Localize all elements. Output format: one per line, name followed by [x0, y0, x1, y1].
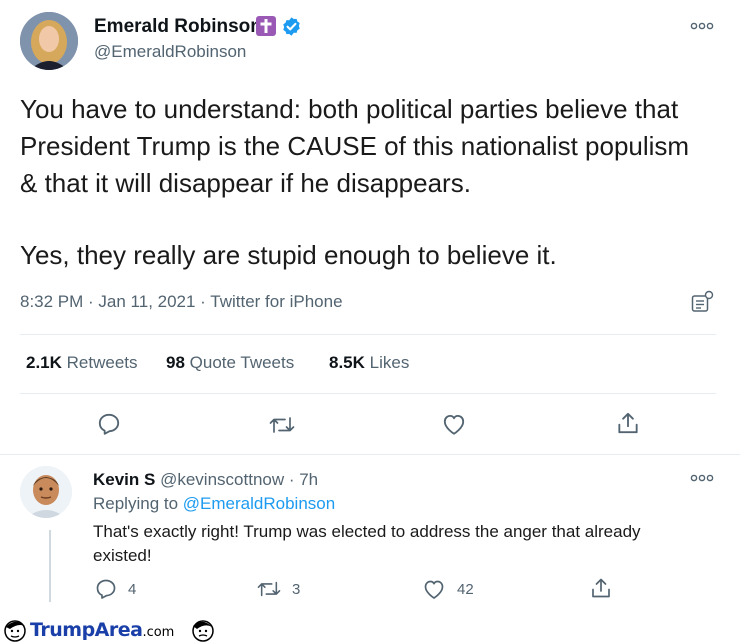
- tweet-text-paragraph-2: Yes, they really are stupid enough to be…: [20, 240, 557, 270]
- reply-like-count: 42: [457, 581, 474, 598]
- replying-to-handle[interactable]: @EmeraldRobinson: [183, 494, 335, 513]
- quotes-count: 98: [166, 353, 185, 372]
- retweet-icon[interactable]: [256, 578, 282, 600]
- watermark-logo: TrumpArea.com: [30, 619, 174, 641]
- reply-icon[interactable]: [94, 577, 118, 601]
- divider: [0, 454, 740, 455]
- watermark-text: TrumpArea: [30, 619, 143, 641]
- share-icon[interactable]: [589, 576, 613, 600]
- share-icon[interactable]: [615, 410, 641, 436]
- author-avatar[interactable]: [20, 12, 78, 70]
- reply-retweet-count: 3: [292, 581, 301, 598]
- reply-author-line: Kevin S @kevinscottnow · 7h: [93, 470, 318, 490]
- retweet-icon[interactable]: [268, 413, 296, 437]
- reply-icon[interactable]: [96, 411, 122, 437]
- reply-author-name[interactable]: Kevin S: [93, 470, 155, 489]
- divider: [20, 334, 716, 335]
- retweets-label: Retweets: [66, 353, 138, 372]
- quotes-label: Quote Tweets: [189, 353, 295, 372]
- divider: [20, 393, 716, 394]
- likes-stat[interactable]: 8.5K Likes: [329, 353, 409, 373]
- tweet-text-paragraph-1: You have to understand: both political p…: [20, 94, 690, 198]
- quote-tweets-stat[interactable]: 98 Quote Tweets: [166, 353, 294, 373]
- replying-to: Replying to @EmeraldRobinson: [93, 494, 335, 514]
- thread-line: [49, 530, 51, 602]
- reply-avatar[interactable]: [20, 466, 72, 518]
- trump-caricature-icon: [190, 617, 216, 643]
- reply-text: That's exactly right! Trump was elected …: [93, 522, 641, 565]
- watermark-suffix: .com: [142, 625, 175, 640]
- author-name[interactable]: Emerald Robinson: [94, 16, 262, 38]
- like-icon[interactable]: [422, 578, 446, 600]
- reply-reply-count: 4: [128, 581, 137, 598]
- more-icon[interactable]: [690, 20, 714, 32]
- likes-label: Likes: [369, 353, 410, 372]
- trump-caricature-icon: [2, 617, 28, 643]
- replying-to-label: Replying to: [93, 494, 179, 513]
- reply-handle-time[interactable]: @kevinscottnow · 7h: [160, 470, 318, 489]
- author-handle[interactable]: @EmeraldRobinson: [94, 42, 246, 62]
- retweets-count: 2.1K: [26, 353, 62, 372]
- like-icon[interactable]: [441, 412, 467, 436]
- latin-cross-icon: [256, 16, 276, 36]
- analytics-icon[interactable]: [690, 290, 714, 314]
- likes-count: 8.5K: [329, 353, 365, 372]
- retweets-stat[interactable]: 2.1K Retweets: [26, 353, 138, 373]
- verified-badge-icon: [281, 16, 302, 37]
- tweet-meta[interactable]: 8:32 PM · Jan 11, 2021 · Twitter for iPh…: [20, 292, 343, 312]
- more-icon[interactable]: [690, 472, 714, 484]
